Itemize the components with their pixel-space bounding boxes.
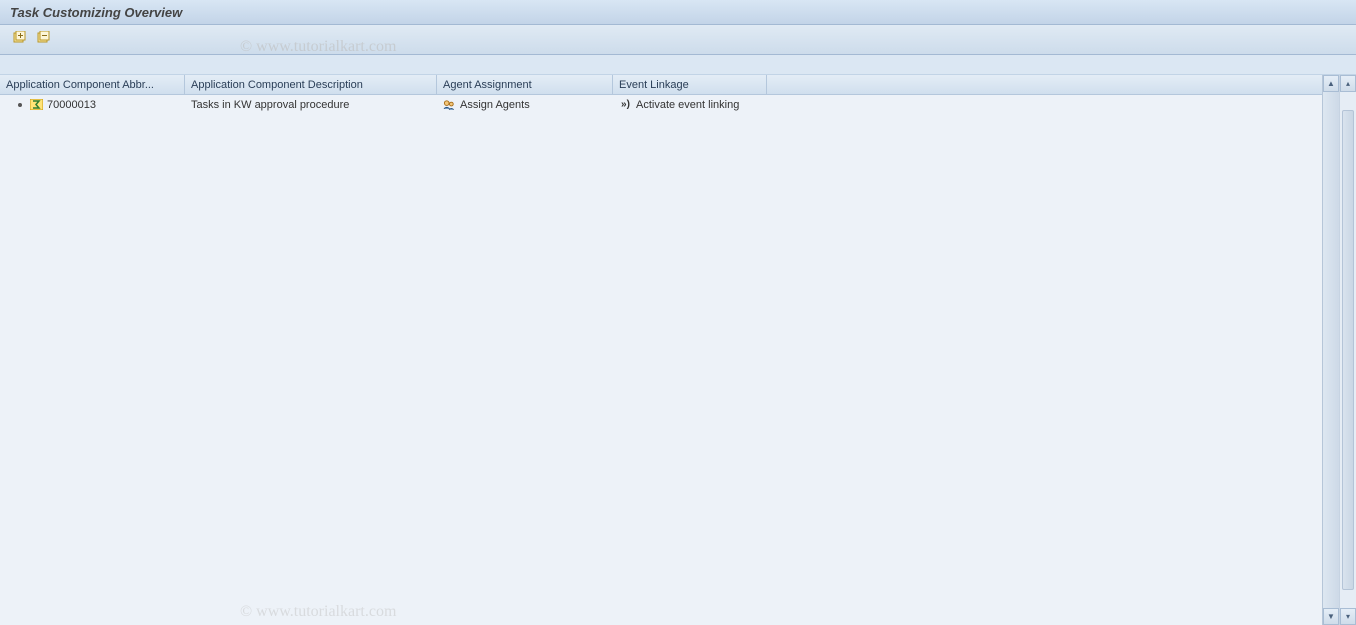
scroll-down-button[interactable]: ▼ bbox=[1323, 608, 1339, 625]
vertical-scrollbar[interactable]: ▲ ▼ bbox=[1322, 75, 1339, 625]
event-link-icon: ») bbox=[619, 99, 632, 110]
outer-scroll-thumb[interactable] bbox=[1342, 110, 1354, 590]
scroll-track[interactable] bbox=[1323, 92, 1339, 608]
outer-scroll-up-button[interactable]: ▴ bbox=[1340, 75, 1356, 92]
column-header-blank bbox=[767, 75, 1093, 94]
cell-abbr: 70000013 bbox=[0, 95, 185, 114]
chevron-up-icon: ▲ bbox=[1327, 79, 1335, 88]
workflow-sigma-icon bbox=[30, 99, 43, 110]
assign-agents-icon bbox=[443, 99, 456, 110]
table-header: Application Component Abbr... Applicatio… bbox=[0, 75, 1322, 95]
chevron-up-icon: ▴ bbox=[1346, 79, 1350, 88]
outer-scroll-down-button[interactable]: ▾ bbox=[1340, 608, 1356, 625]
cell-agent[interactable]: Assign Agents bbox=[437, 95, 613, 114]
column-header-abbr[interactable]: Application Component Abbr... bbox=[0, 75, 185, 94]
content-wrapper: Application Component Abbr... Applicatio… bbox=[0, 75, 1356, 625]
expand-tree-icon bbox=[13, 31, 27, 48]
title-bar: Task Customizing Overview bbox=[0, 0, 1356, 25]
column-header-desc[interactable]: Application Component Description bbox=[185, 75, 437, 94]
toolbar bbox=[0, 25, 1356, 55]
column-header-event[interactable]: Event Linkage bbox=[613, 75, 767, 94]
table-area: Application Component Abbr... Applicatio… bbox=[0, 75, 1322, 625]
chevron-down-icon: ▾ bbox=[1346, 612, 1350, 621]
abbr-text: 70000013 bbox=[47, 99, 96, 111]
cell-desc: Tasks in KW approval procedure bbox=[185, 95, 437, 114]
collapse-all-button[interactable] bbox=[34, 30, 54, 50]
spacer-bar bbox=[0, 55, 1356, 75]
event-text: Activate event linking bbox=[636, 99, 739, 111]
column-header-agent[interactable]: Agent Assignment bbox=[437, 75, 613, 94]
table-row[interactable]: 70000013 Tasks in KW approval procedure … bbox=[0, 95, 1322, 114]
scroll-up-button[interactable]: ▲ bbox=[1323, 75, 1339, 92]
outer-vertical-scrollbar[interactable]: ▴ ▾ bbox=[1339, 75, 1356, 625]
tree-bullet-icon bbox=[18, 103, 22, 107]
page-title: Task Customizing Overview bbox=[10, 5, 182, 20]
desc-text: Tasks in KW approval procedure bbox=[191, 99, 349, 111]
collapse-tree-icon bbox=[37, 31, 51, 48]
expand-all-button[interactable] bbox=[10, 30, 30, 50]
chevron-down-icon: ▼ bbox=[1327, 612, 1335, 621]
cell-event[interactable]: ») Activate event linking bbox=[613, 95, 767, 114]
agent-text: Assign Agents bbox=[460, 99, 530, 111]
